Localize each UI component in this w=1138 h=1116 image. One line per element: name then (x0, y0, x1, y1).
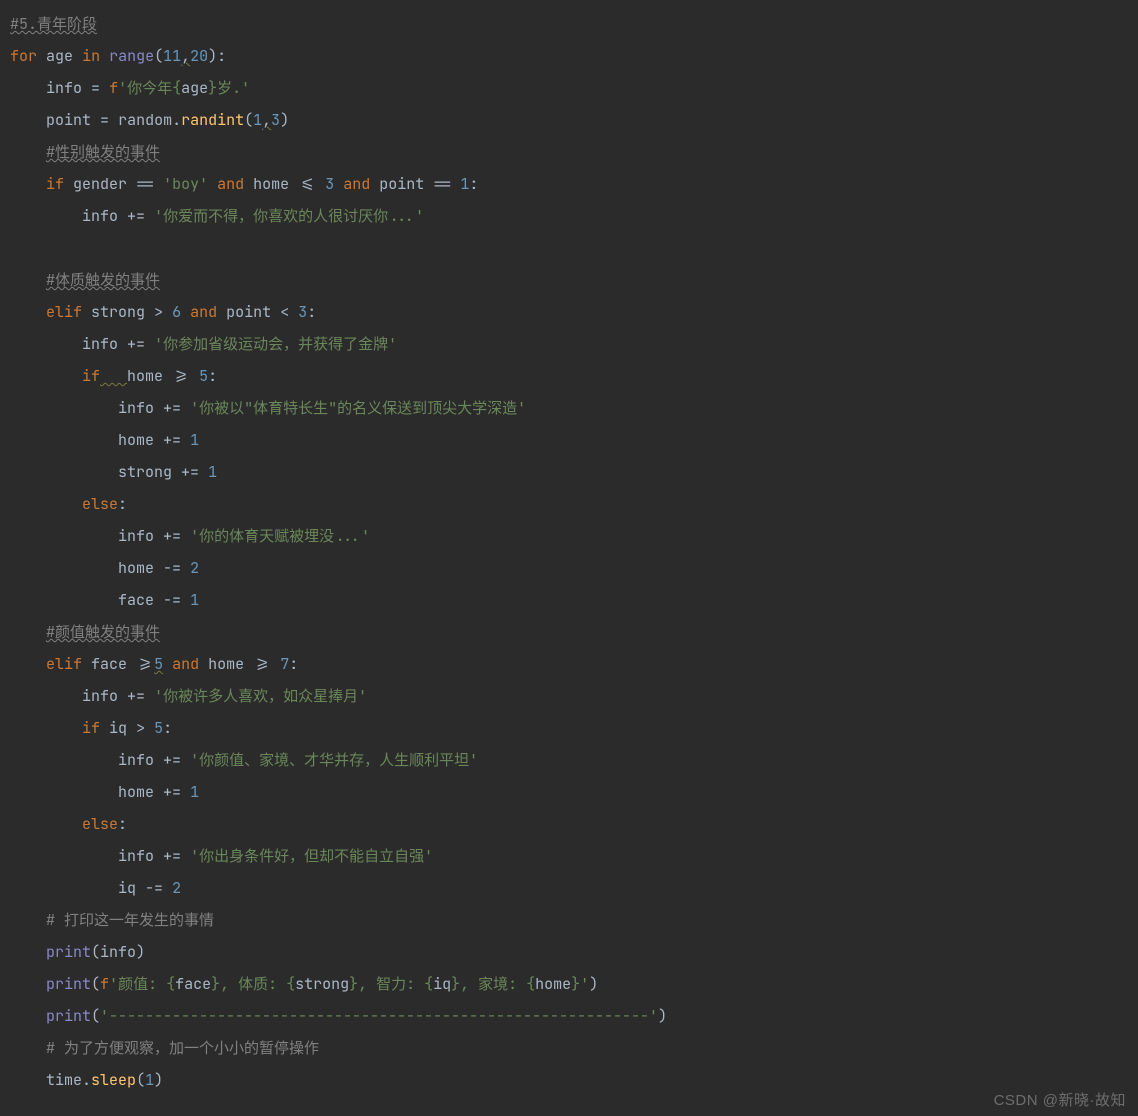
identifier: age (46, 46, 73, 66)
keyword-in: in (82, 46, 100, 66)
number-literal: 20 (190, 46, 208, 66)
identifier: info (46, 78, 82, 98)
string-literal: 'boy' (163, 174, 208, 194)
string-literal: '你被以"体育特长生"的名义保送到顶尖大学深造' (190, 398, 526, 418)
string-literal: '你爱而不得，你喜欢的人很讨厌你...' (154, 206, 424, 226)
comment-line: #性别触发的事件 (46, 142, 160, 162)
string-literal: '你被许多人喜欢，如众星捧月' (154, 686, 367, 706)
fstring-prefix: f (109, 78, 118, 98)
identifier: random (118, 110, 172, 130)
string-literal: '你参加省级运动会，并获得了金牌' (154, 334, 397, 354)
builtin-range: range (109, 46, 154, 66)
keyword-for: for (10, 46, 37, 66)
comment-line: #5.青年阶段 (10, 14, 97, 34)
string-literal: '你出身条件好，但却不能自立自强' (190, 846, 433, 866)
comment-line: # 为了方便观察，加一个小小的暂停操作 (46, 1038, 319, 1058)
identifier: point (46, 110, 91, 130)
method-call: sleep (91, 1070, 136, 1090)
keyword-if: if (46, 174, 64, 194)
keyword-else: else (82, 494, 118, 514)
number-literal: 11 (163, 46, 181, 66)
string-literal: '---------------------------------------… (100, 1006, 658, 1026)
warning-squiggle (100, 366, 127, 386)
code-editor[interactable]: #5.青年阶段 for age in range(11,20): info = … (0, 0, 1138, 1096)
string-literal: '你的体育天赋被埋没...' (190, 526, 370, 546)
string-literal: '你今年{age}岁.' (118, 78, 250, 98)
string-literal: '你颜值、家境、才华并存，人生顺利平坦' (190, 750, 478, 770)
method-call: randint (181, 110, 244, 130)
keyword-elif: elif (46, 302, 82, 322)
comment-line: #体质触发的事件 (46, 270, 160, 290)
comment-line: #颜值触发的事件 (46, 622, 160, 642)
comment-line: # 打印这一年发生的事情 (46, 910, 214, 930)
builtin-print: print (46, 942, 91, 962)
